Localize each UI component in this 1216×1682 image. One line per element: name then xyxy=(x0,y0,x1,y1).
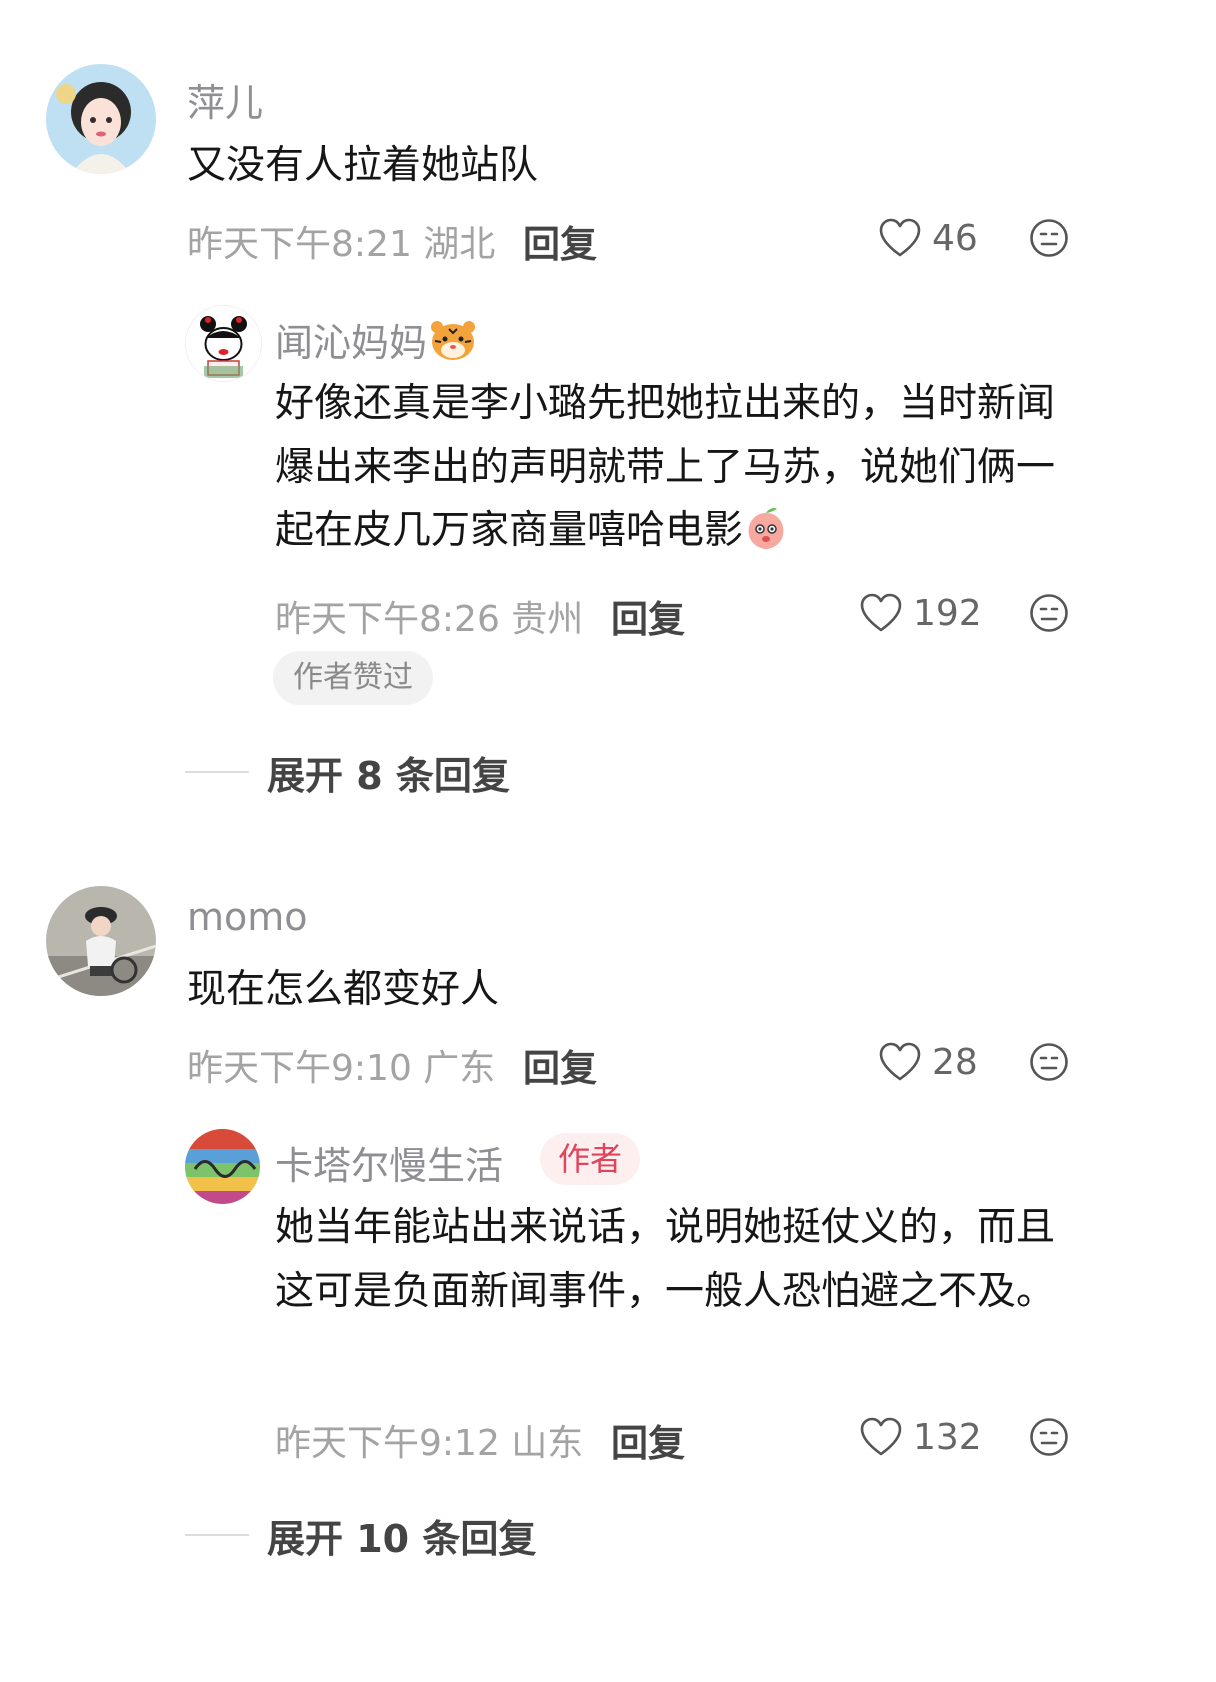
username-text: 闻沁妈妈 xyxy=(275,321,428,365)
like-count: 46 xyxy=(932,217,978,259)
username[interactable]: 卡塔尔慢生活 xyxy=(275,1135,503,1190)
expand-replies-button[interactable]: 展开 10 条回复 xyxy=(185,1507,536,1563)
author-liked-badge: 作者赞过 xyxy=(273,651,433,705)
like-count: 132 xyxy=(913,1416,982,1458)
reply-button[interactable]: 回复 xyxy=(523,1038,597,1092)
like-button[interactable]: 28 xyxy=(878,1038,978,1086)
username[interactable]: 闻沁妈妈 xyxy=(275,312,477,367)
reply-button[interactable]: 回复 xyxy=(611,1413,685,1467)
neutral-face-icon[interactable] xyxy=(1029,218,1069,258)
reply-button[interactable]: 回复 xyxy=(523,214,597,268)
comment-time-location: 昨天下午9:12 山东 xyxy=(275,1423,584,1464)
like-count: 192 xyxy=(913,592,982,634)
neutral-face-icon[interactable] xyxy=(1029,1042,1069,1082)
reply-text: 好像还真是李小璐先把她拉出来的，当时新闻爆出来李出的声明就带上了马苏，说她们俩一… xyxy=(275,381,1056,554)
comment-text: 她当年能站出来说话，说明她挺仗义的，而且这可是负面新闻事件，一般人恐怕避之不及。 xyxy=(275,1205,1056,1314)
neutral-face-icon[interactable] xyxy=(1029,593,1069,633)
expand-replies-label: 展开 8 条回复 xyxy=(267,753,510,798)
divider-line xyxy=(185,1534,249,1536)
avatar[interactable] xyxy=(185,1129,260,1204)
like-button[interactable]: 46 xyxy=(878,214,978,262)
neutral-face-icon[interactable] xyxy=(1029,1417,1069,1457)
like-count: 28 xyxy=(932,1041,978,1083)
comment-text: 好像还真是李小璐先把她拉出来的，当时新闻爆出来李出的声明就带上了马苏，说她们俩一… xyxy=(275,372,1075,563)
like-button[interactable]: 192 xyxy=(859,589,982,637)
avatar[interactable] xyxy=(46,886,156,996)
heart-outline-icon xyxy=(860,593,902,632)
comment-text: 现在怎么都变好人 xyxy=(187,967,500,1012)
avatar[interactable] xyxy=(46,64,156,174)
tiger-emoji-icon xyxy=(429,317,477,363)
divider-line xyxy=(185,771,249,773)
peach-emoji-icon xyxy=(743,505,789,551)
comment-list: 萍儿 又没有人拉着她站队 昨天下午8:21 湖北 回复 46 闻沁妈妈 好像还真… xyxy=(0,0,1216,1682)
comment-text: 又没有人拉着她站队 xyxy=(187,143,539,188)
expand-replies-button[interactable]: 展开 8 条回复 xyxy=(185,744,510,800)
like-button[interactable]: 132 xyxy=(859,1413,982,1461)
expand-replies-label: 展开 10 条回复 xyxy=(267,1516,537,1561)
username[interactable]: 萍儿 xyxy=(187,72,263,127)
comment-time-location: 昨天下午8:26 贵州 xyxy=(275,599,584,640)
author-badge: 作者 xyxy=(540,1133,641,1185)
heart-outline-icon xyxy=(879,1042,921,1081)
heart-outline-icon xyxy=(860,1417,902,1456)
reply-button[interactable]: 回复 xyxy=(611,589,685,643)
avatar[interactable] xyxy=(185,305,262,382)
comment-time-location: 昨天下午8:21 湖北 xyxy=(187,224,496,265)
comment-time-location: 昨天下午9:10 广东 xyxy=(187,1048,496,1089)
heart-outline-icon xyxy=(879,218,921,257)
username[interactable]: momo xyxy=(187,895,308,939)
